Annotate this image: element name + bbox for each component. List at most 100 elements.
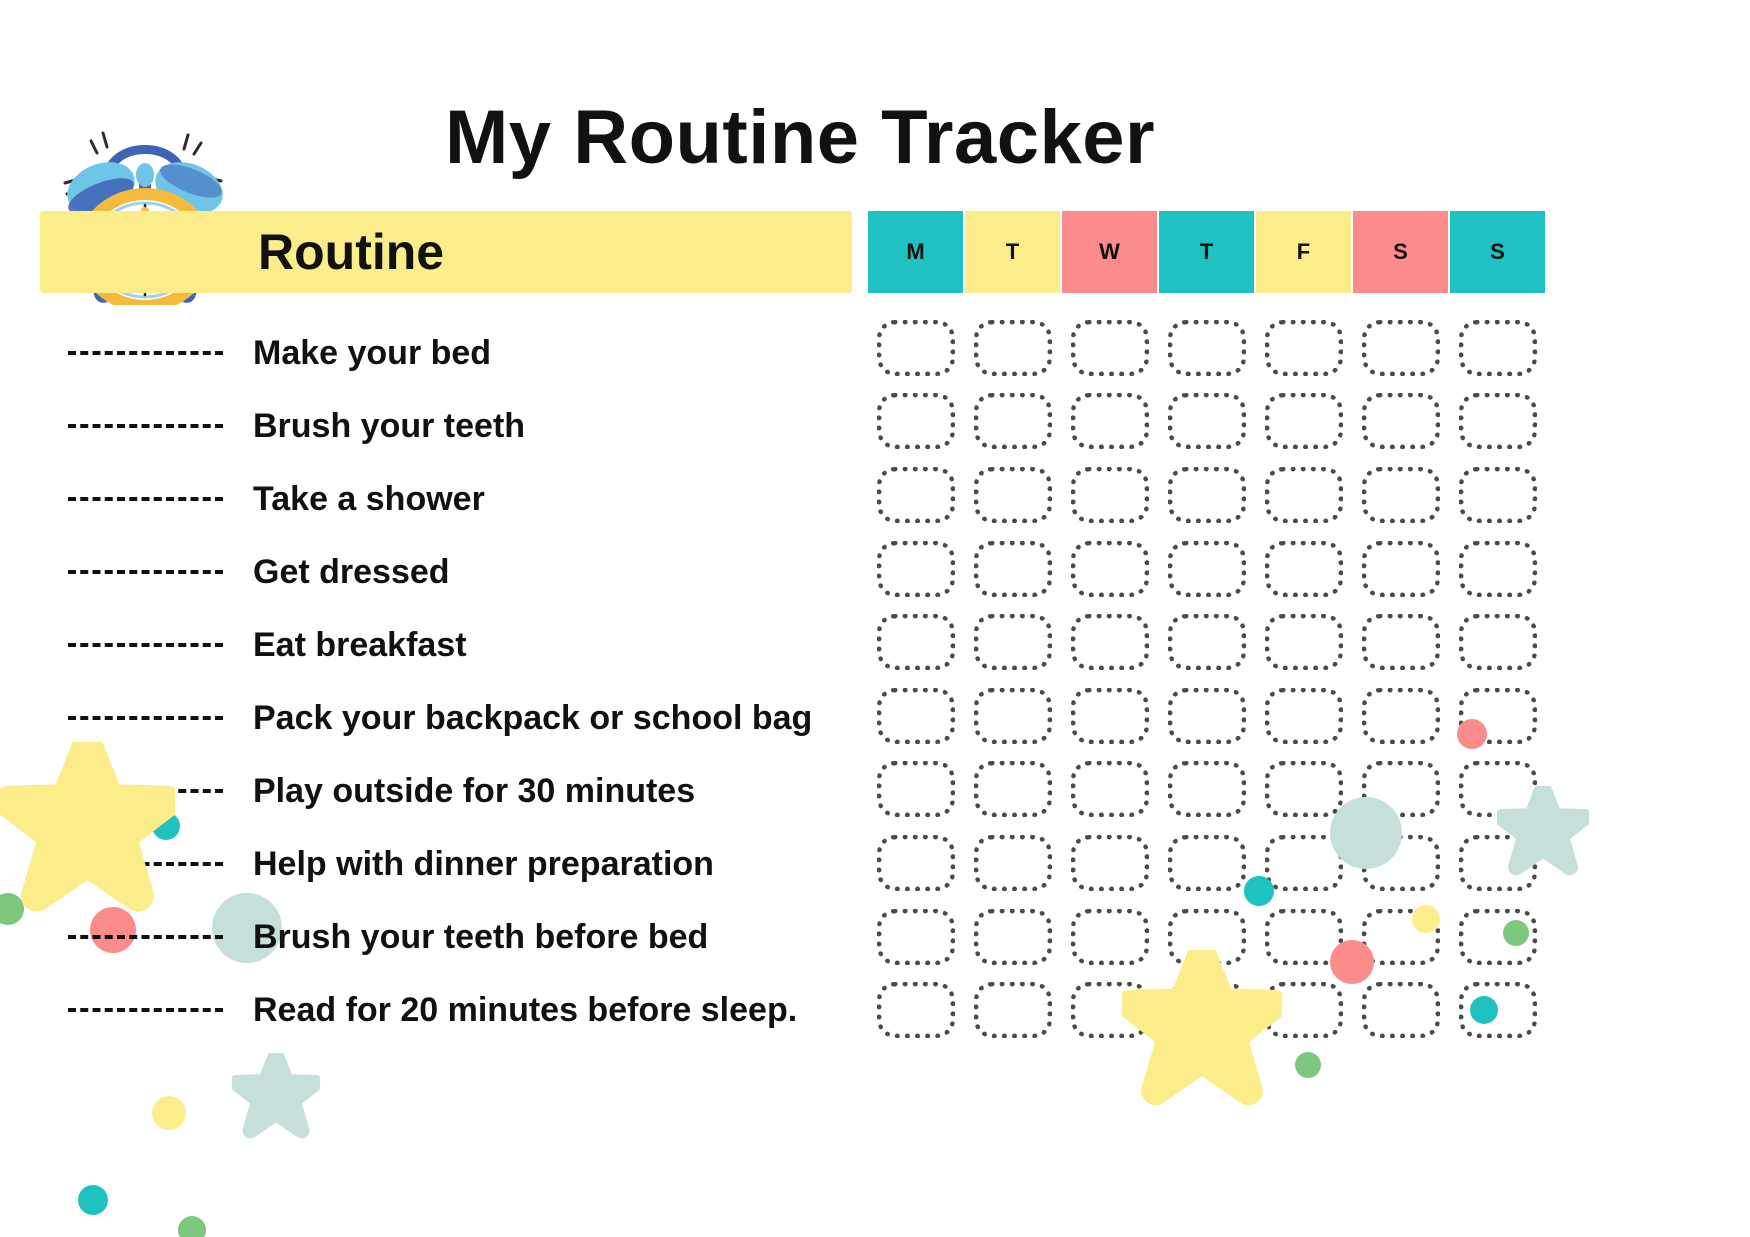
checkbox[interactable] xyxy=(1361,761,1440,818)
checkbox[interactable] xyxy=(1070,393,1149,450)
checkbox-cell[interactable] xyxy=(1159,533,1254,605)
checkbox[interactable] xyxy=(1070,319,1149,376)
checkbox-cell[interactable] xyxy=(965,680,1060,752)
checkbox[interactable] xyxy=(1070,908,1149,965)
checkbox-cell[interactable] xyxy=(965,312,1060,384)
checkbox[interactable] xyxy=(1458,687,1537,744)
checkbox[interactable] xyxy=(1070,614,1149,671)
checkbox-cell[interactable] xyxy=(1353,533,1448,605)
checkbox[interactable] xyxy=(1167,908,1246,965)
checkbox-cell[interactable] xyxy=(868,680,963,752)
checkbox-cell[interactable] xyxy=(1256,974,1351,1046)
checkbox[interactable] xyxy=(1361,319,1440,376)
checkbox[interactable] xyxy=(1361,908,1440,965)
checkbox[interactable] xyxy=(1167,614,1246,671)
checkbox-cell[interactable] xyxy=(1256,312,1351,384)
checkbox-cell[interactable] xyxy=(1450,827,1545,899)
checkbox-cell[interactable] xyxy=(868,533,963,605)
checkbox-cell[interactable] xyxy=(1353,680,1448,752)
checkbox-cell[interactable] xyxy=(1256,827,1351,899)
checkbox-cell[interactable] xyxy=(1256,754,1351,826)
checkbox[interactable] xyxy=(1070,761,1149,818)
checkbox[interactable] xyxy=(973,982,1052,1039)
checkbox[interactable] xyxy=(1361,466,1440,523)
checkbox-cell[interactable] xyxy=(1159,459,1254,531)
checkbox[interactable] xyxy=(973,908,1052,965)
checkbox[interactable] xyxy=(1167,319,1246,376)
checkbox[interactable] xyxy=(1264,540,1343,597)
checkbox[interactable] xyxy=(1070,466,1149,523)
checkbox-cell[interactable] xyxy=(1062,312,1157,384)
checkbox[interactable] xyxy=(1167,393,1246,450)
checkbox-cell[interactable] xyxy=(965,974,1060,1046)
checkbox-cell[interactable] xyxy=(868,901,963,973)
checkbox-cell[interactable] xyxy=(1256,680,1351,752)
checkbox[interactable] xyxy=(1361,614,1440,671)
checkbox-cell[interactable] xyxy=(1159,386,1254,458)
checkbox[interactable] xyxy=(973,393,1052,450)
checkbox-cell[interactable] xyxy=(1256,606,1351,678)
checkbox-cell[interactable] xyxy=(1450,606,1545,678)
checkbox-cell[interactable] xyxy=(1450,754,1545,826)
checkbox[interactable] xyxy=(1458,982,1537,1039)
checkbox-cell[interactable] xyxy=(1353,974,1448,1046)
checkbox[interactable] xyxy=(973,540,1052,597)
checkbox-cell[interactable] xyxy=(1353,312,1448,384)
checkbox-cell[interactable] xyxy=(1159,606,1254,678)
checkbox[interactable] xyxy=(1167,540,1246,597)
checkbox-cell[interactable] xyxy=(1062,386,1157,458)
checkbox[interactable] xyxy=(973,614,1052,671)
checkbox[interactable] xyxy=(1458,393,1537,450)
checkbox[interactable] xyxy=(1167,761,1246,818)
checkbox-cell[interactable] xyxy=(1062,680,1157,752)
checkbox-cell[interactable] xyxy=(1159,754,1254,826)
checkbox-cell[interactable] xyxy=(1062,606,1157,678)
checkbox[interactable] xyxy=(876,393,955,450)
checkbox[interactable] xyxy=(1264,393,1343,450)
checkbox[interactable] xyxy=(973,466,1052,523)
checkbox-cell[interactable] xyxy=(1353,386,1448,458)
checkbox[interactable] xyxy=(1361,982,1440,1039)
checkbox-cell[interactable] xyxy=(868,459,963,531)
day-header-5[interactable]: S xyxy=(1353,211,1448,293)
checkbox-cell[interactable] xyxy=(868,386,963,458)
checkbox[interactable] xyxy=(876,908,955,965)
checkbox-cell[interactable] xyxy=(1450,533,1545,605)
day-header-4[interactable]: F xyxy=(1256,211,1351,293)
checkbox[interactable] xyxy=(876,761,955,818)
checkbox-cell[interactable] xyxy=(1159,974,1254,1046)
checkbox-cell[interactable] xyxy=(1353,606,1448,678)
checkbox[interactable] xyxy=(876,614,955,671)
checkbox-cell[interactable] xyxy=(1159,312,1254,384)
day-header-1[interactable]: T xyxy=(965,211,1060,293)
checkbox[interactable] xyxy=(1167,982,1246,1039)
checkbox[interactable] xyxy=(1264,982,1343,1039)
checkbox[interactable] xyxy=(1458,834,1537,891)
checkbox-cell[interactable] xyxy=(1256,533,1351,605)
checkbox[interactable] xyxy=(973,834,1052,891)
checkbox[interactable] xyxy=(1070,687,1149,744)
checkbox[interactable] xyxy=(1361,834,1440,891)
checkbox[interactable] xyxy=(1264,466,1343,523)
day-header-2[interactable]: W xyxy=(1062,211,1157,293)
day-header-3[interactable]: T xyxy=(1159,211,1254,293)
checkbox[interactable] xyxy=(973,761,1052,818)
day-header-6[interactable]: S xyxy=(1450,211,1545,293)
checkbox-cell[interactable] xyxy=(1256,386,1351,458)
checkbox[interactable] xyxy=(1167,466,1246,523)
checkbox-cell[interactable] xyxy=(1159,901,1254,973)
checkbox[interactable] xyxy=(1361,393,1440,450)
checkbox-cell[interactable] xyxy=(1256,459,1351,531)
checkbox[interactable] xyxy=(876,834,955,891)
checkbox-cell[interactable] xyxy=(965,459,1060,531)
checkbox[interactable] xyxy=(876,687,955,744)
checkbox-cell[interactable] xyxy=(1256,901,1351,973)
checkbox[interactable] xyxy=(1167,687,1246,744)
checkbox[interactable] xyxy=(1264,834,1343,891)
checkbox[interactable] xyxy=(1458,466,1537,523)
checkbox-cell[interactable] xyxy=(1450,459,1545,531)
checkbox-cell[interactable] xyxy=(1062,827,1157,899)
checkbox-cell[interactable] xyxy=(965,386,1060,458)
checkbox[interactable] xyxy=(1264,687,1343,744)
checkbox[interactable] xyxy=(1070,540,1149,597)
